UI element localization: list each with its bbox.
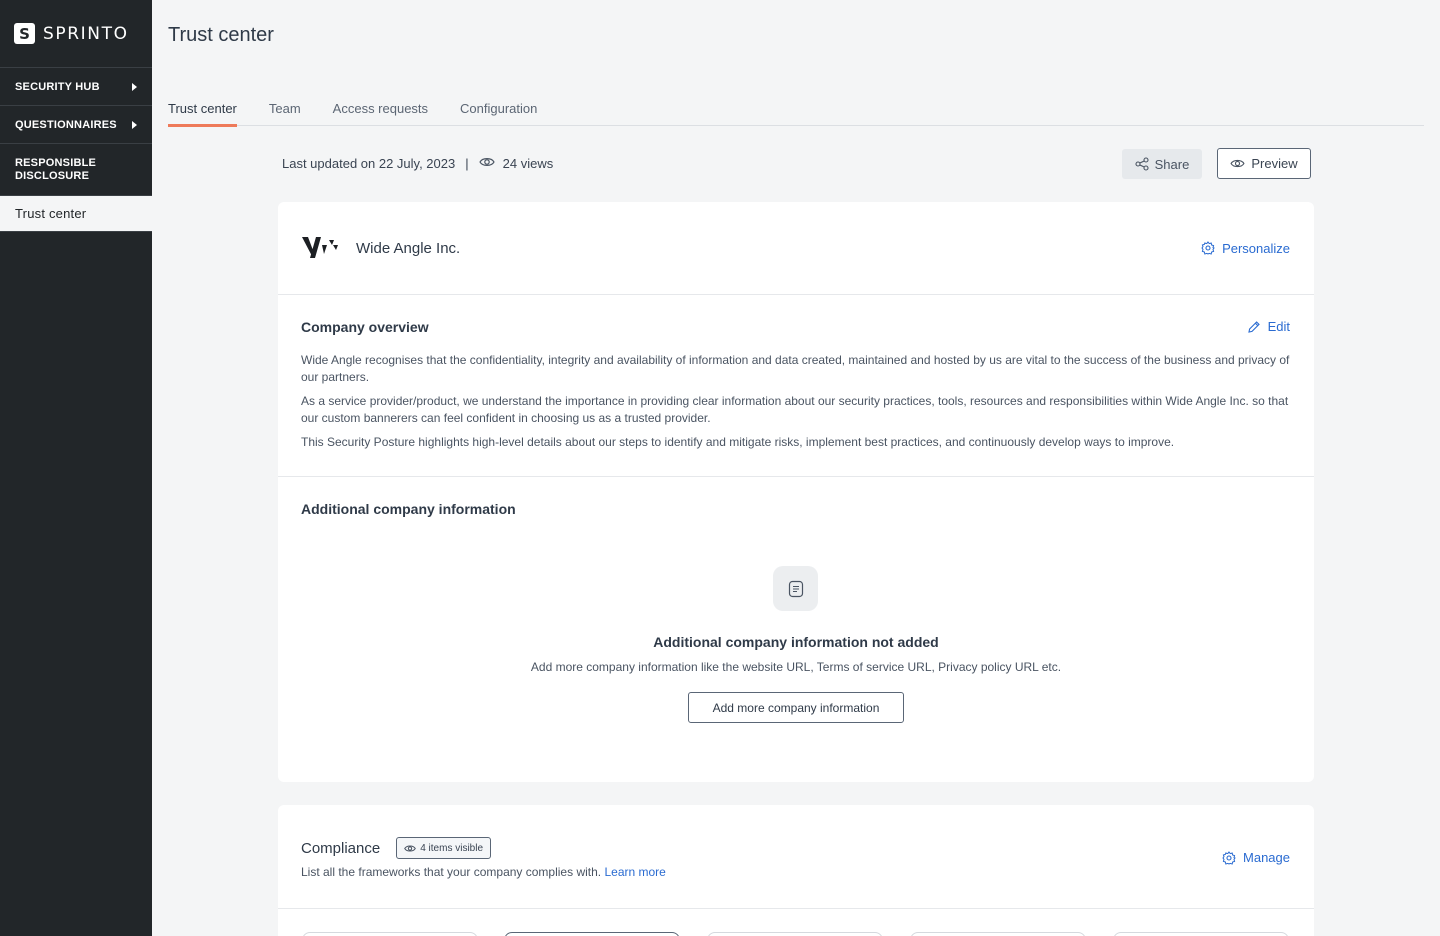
sidebar-item-responsible-disclosure[interactable]: RESPONSIBLE DISCLOSURE	[0, 144, 152, 196]
visibility-badge: 4 items visible	[396, 837, 492, 859]
tab-access-requests[interactable]: Access requests	[333, 96, 428, 126]
company-overview-title: Company overview	[301, 319, 429, 335]
caret-right-icon	[132, 120, 137, 129]
compliance-header: Compliance 4 items visible List all the …	[278, 805, 1314, 909]
tab-team[interactable]: Team	[269, 96, 301, 126]
manage-label: Manage	[1243, 850, 1290, 865]
edit-button[interactable]: Edit	[1247, 319, 1290, 334]
compliance-tile[interactable]	[302, 932, 478, 936]
preview-label: Preview	[1251, 156, 1298, 171]
compliance-tile[interactable]	[707, 932, 883, 936]
sprinto-logo-icon: S	[14, 23, 35, 44]
sidebar-item-questionnaires[interactable]: QUESTIONNAIRES	[0, 106, 152, 144]
eye-icon	[478, 156, 495, 171]
last-updated-text: Last updated on 22 July, 2023	[282, 156, 456, 171]
empty-state-description: Add more company information like the we…	[530, 660, 1062, 674]
pencil-icon	[1247, 320, 1260, 333]
learn-more-link[interactable]: Learn more	[604, 865, 665, 879]
compliance-title: Compliance	[301, 839, 381, 857]
additional-info-title: Additional company information	[301, 501, 516, 517]
share-label: Share	[1154, 156, 1190, 172]
preview-button[interactable]: Preview	[1217, 148, 1311, 179]
personalize-button[interactable]: Personalize	[1201, 241, 1290, 256]
sidebar-item-label: SECURITY HUB	[15, 80, 100, 93]
caret-right-icon	[132, 82, 137, 91]
compliance-description: List all the frameworks that your compan…	[301, 865, 1291, 879]
share-icon	[1135, 157, 1149, 171]
company-overview-section: Company overview Edit Wide Angle recogni…	[278, 295, 1314, 477]
tab-trust-center[interactable]: Trust center	[168, 96, 237, 127]
main-content: Trust center Trust center Team Access re…	[152, 0, 1440, 936]
brand-name: SPRINTO	[43, 23, 129, 44]
compliance-card: Compliance 4 items visible List all the …	[278, 805, 1314, 936]
views-count: 24 views	[502, 156, 554, 171]
sidebar: S SPRINTO SECURITY HUB QUESTIONNAIRES RE…	[0, 0, 152, 936]
sidebar-item-security-hub[interactable]: SECURITY HUB	[0, 68, 152, 106]
company-name: Wide Angle Inc.	[356, 239, 461, 257]
manage-button[interactable]: Manage	[1222, 850, 1290, 865]
overview-paragraph: Wide Angle recognises that the confident…	[301, 353, 1290, 384]
eye-icon	[1230, 159, 1245, 168]
sidebar-item-label: QUESTIONNAIRES	[15, 118, 117, 131]
add-company-info-button[interactable]: Add more company information	[688, 692, 904, 723]
eye-icon	[404, 844, 417, 852]
badge-label: 4 items visible	[420, 842, 484, 854]
overview-paragraph: This Security Posture highlights high-le…	[301, 435, 1175, 449]
company-card: Wide Angle Inc. Personalize Company over…	[278, 202, 1314, 782]
gear-icon	[1222, 850, 1236, 865]
sidebar-item-label: RESPONSIBLE DISCLOSURE	[15, 156, 97, 182]
sidebar-item-trust-center[interactable]: Trust center	[0, 196, 152, 231]
page-title: Trust center	[168, 24, 274, 46]
personalize-label: Personalize	[1222, 240, 1290, 256]
sidebar-item-label: Trust center	[15, 206, 87, 221]
gear-icon	[1201, 241, 1215, 255]
additional-info-section: Additional company information Additiona…	[278, 477, 1314, 782]
empty-state-title: Additional company information not added	[653, 634, 939, 650]
tab-configuration[interactable]: Configuration	[460, 96, 537, 126]
sidebar-divider	[0, 231, 152, 232]
edit-label: Edit	[1267, 319, 1290, 334]
share-button[interactable]: Share	[1122, 149, 1202, 179]
brand-logo[interactable]: S SPRINTO	[0, 0, 152, 68]
overview-paragraph: As a service provider/product, we unders…	[301, 394, 1289, 425]
tab-bar: Trust center Team Access requests Config…	[168, 96, 1424, 127]
company-logo-icon	[302, 237, 338, 258]
document-icon	[773, 566, 818, 611]
company-header: Wide Angle Inc. Personalize	[278, 202, 1314, 295]
compliance-tile[interactable]	[1113, 932, 1289, 936]
meta-divider: |	[465, 156, 469, 171]
compliance-desc-text: List all the frameworks that your compan…	[301, 865, 602, 879]
compliance-tile[interactable]	[504, 932, 680, 936]
page-meta: Last updated on 22 July, 2023 | 24 views	[282, 156, 553, 171]
compliance-tile[interactable]	[910, 932, 1086, 936]
